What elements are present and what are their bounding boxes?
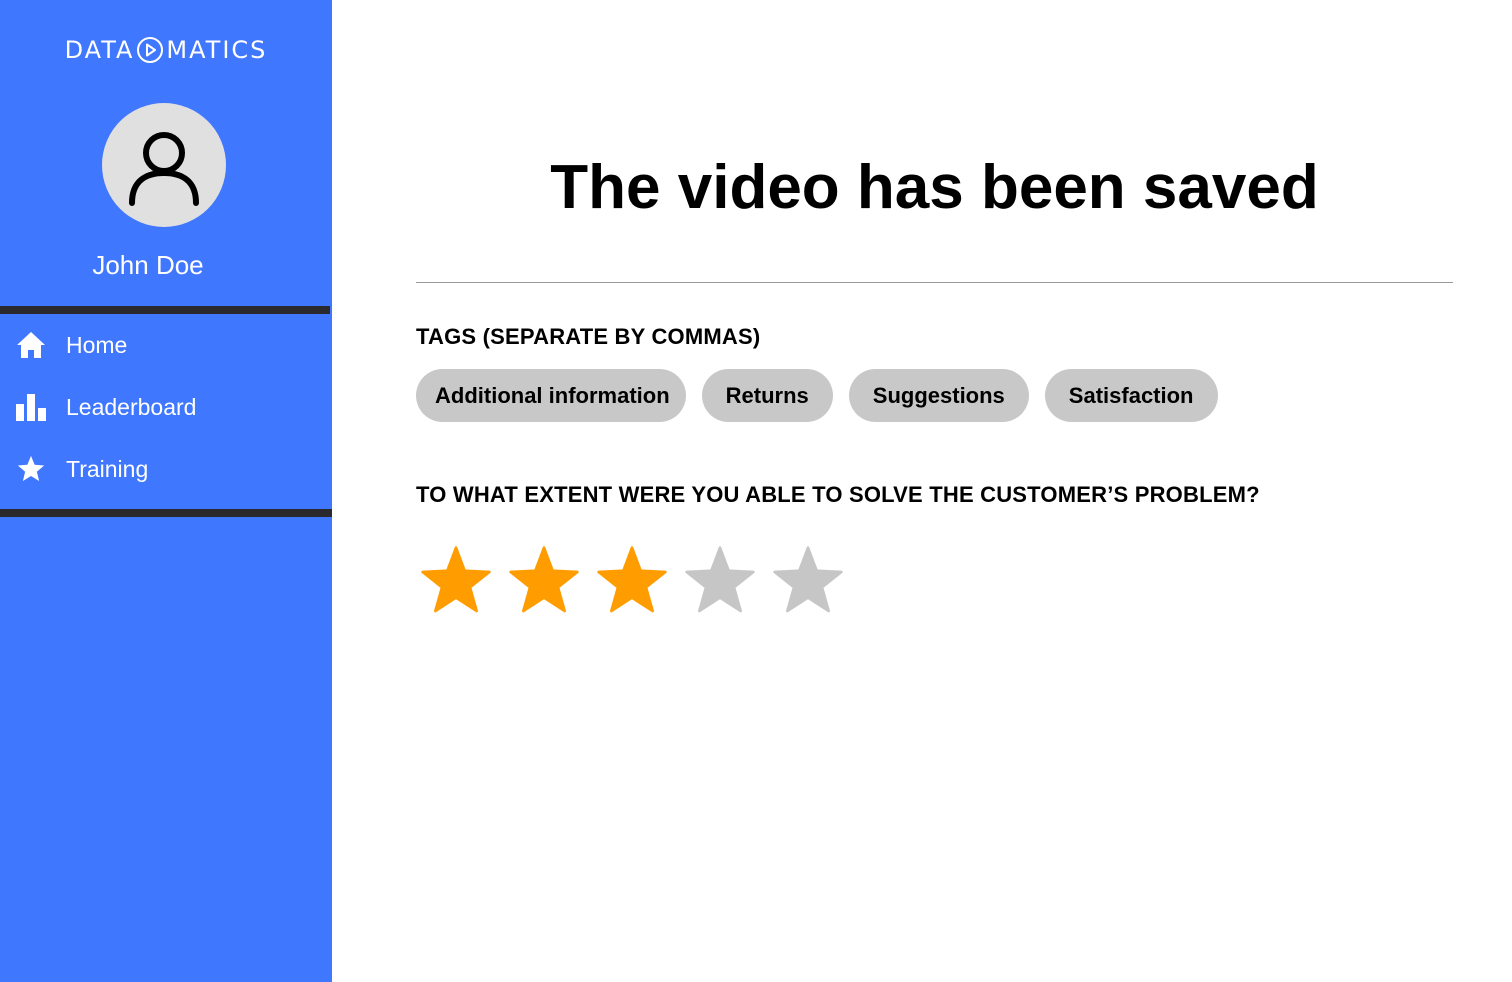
rating-question: TO WHAT EXTENT WERE YOU ABLE TO SOLVE TH… <box>416 482 1260 507</box>
tag-chip[interactable]: Satisfaction <box>1044 369 1218 422</box>
star-empty-icon[interactable] <box>680 541 760 621</box>
sidebar-divider-top <box>0 306 330 314</box>
bar-chart-icon <box>16 392 46 422</box>
star-filled-icon[interactable] <box>416 541 496 621</box>
title-divider <box>416 282 1453 283</box>
logo-text-right: MATICS <box>166 36 268 64</box>
brand-logo[interactable]: DATA MATICS <box>0 36 332 64</box>
sidebar-item-label: Leaderboard <box>66 393 197 420</box>
home-icon <box>16 330 46 360</box>
sidebar-item-label: Training <box>66 455 149 482</box>
tag-chip[interactable]: Returns <box>701 369 833 422</box>
star-filled-icon[interactable] <box>592 541 672 621</box>
star-filled-icon[interactable] <box>504 541 584 621</box>
sidebar-item-home[interactable]: Home <box>0 314 332 376</box>
sidebar: DATA MATICS John Doe Home Leaderboard Tr… <box>0 0 332 982</box>
play-circle-icon <box>136 36 164 64</box>
logo-text-left: DATA <box>64 36 135 64</box>
sidebar-item-training[interactable]: Training <box>0 438 332 500</box>
tag-chip[interactable]: Additional information <box>416 369 686 422</box>
user-icon <box>129 132 199 206</box>
tag-chip[interactable]: Suggestions <box>848 369 1029 422</box>
tags-label: TAGS (SEPARATE BY COMMAS) <box>416 324 761 349</box>
sidebar-item-label: Home <box>66 331 128 358</box>
user-name: John Doe <box>92 250 204 280</box>
sidebar-item-leaderboard[interactable]: Leaderboard <box>0 376 332 438</box>
page-title: The video has been saved <box>550 153 1319 222</box>
tags-list: Additional information Returns Suggestio… <box>416 369 1218 422</box>
star-icon <box>16 454 46 484</box>
star-rating <box>416 541 848 621</box>
sidebar-divider-bottom <box>0 509 332 517</box>
app-root: DATA MATICS John Doe Home Leaderboard Tr… <box>0 0 1512 982</box>
sidebar-nav: Home Leaderboard Training <box>0 314 332 500</box>
avatar[interactable] <box>102 103 226 227</box>
main-content: The video has been saved TAGS (SEPARATE … <box>332 0 1512 982</box>
star-empty-icon[interactable] <box>768 541 848 621</box>
